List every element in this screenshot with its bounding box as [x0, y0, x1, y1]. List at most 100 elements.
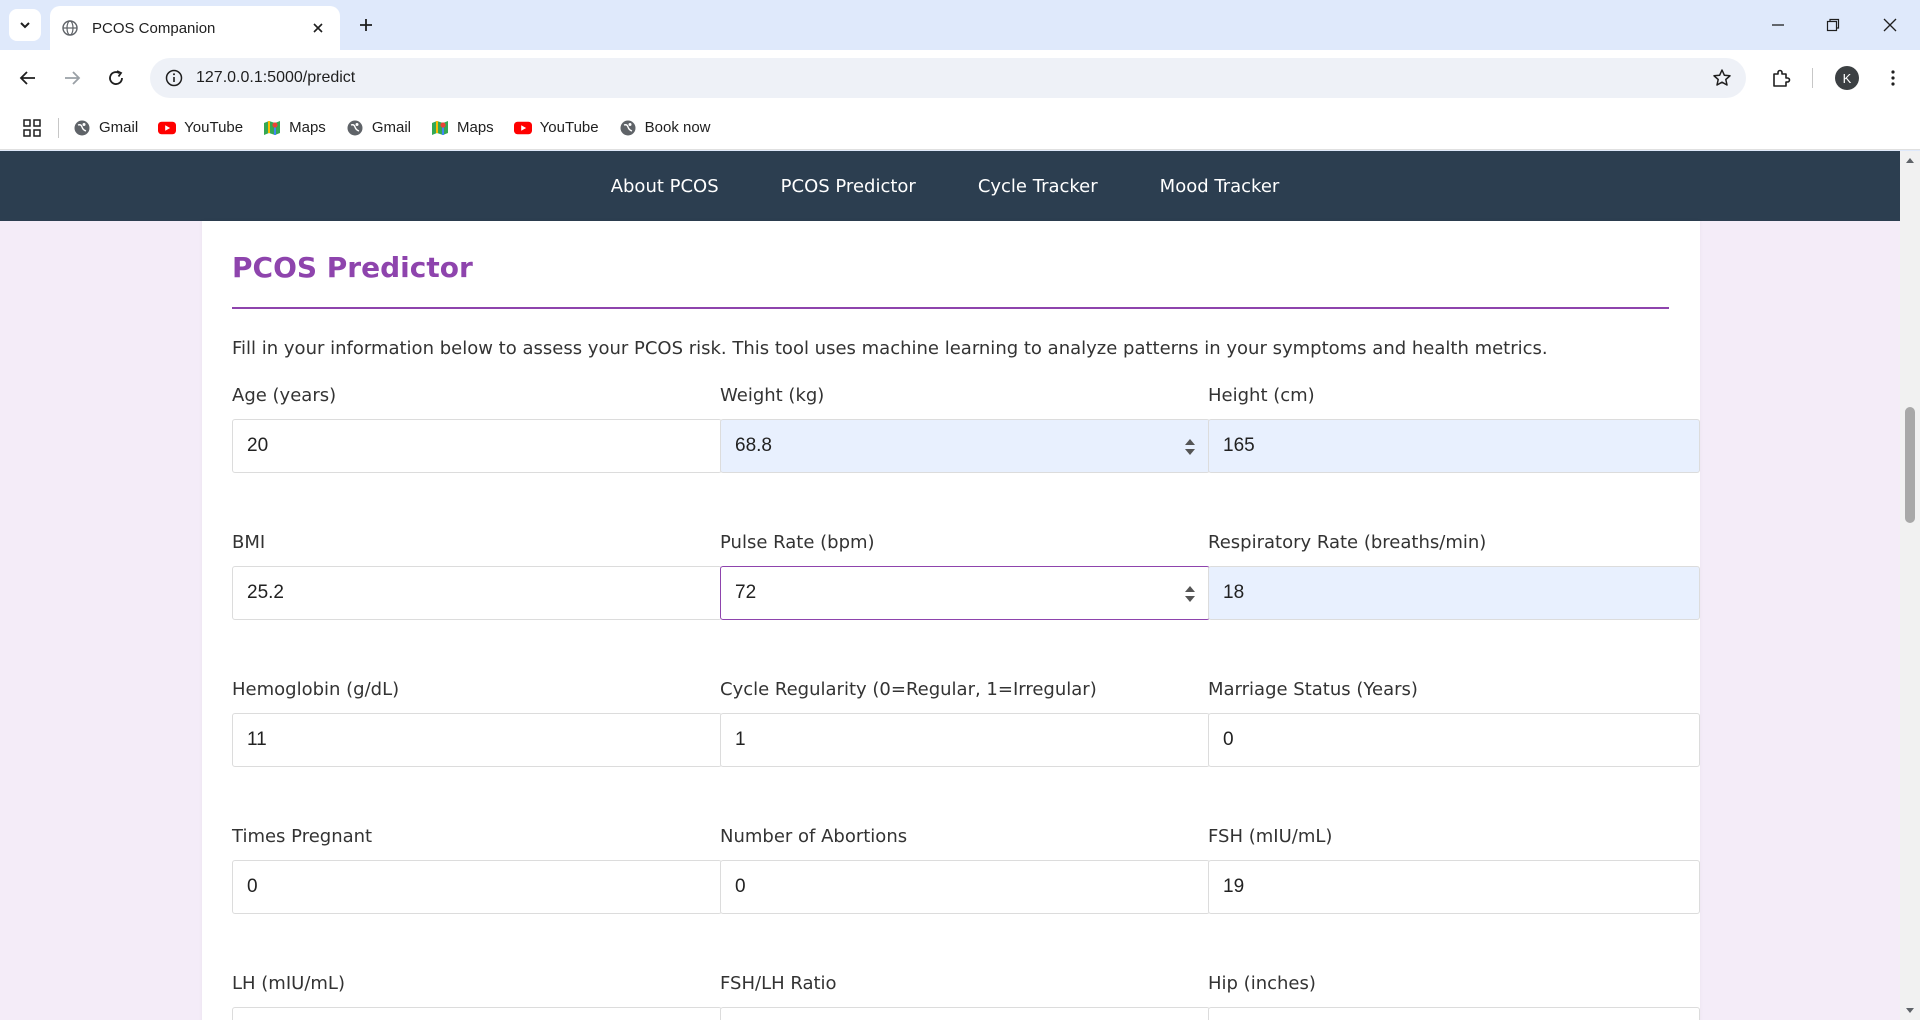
- cycle-regularity-input[interactable]: 1: [720, 713, 1210, 767]
- info-icon[interactable]: [164, 68, 184, 88]
- respiratory-rate-input[interactable]: 18: [1208, 566, 1700, 620]
- height-input[interactable]: 165: [1208, 419, 1700, 473]
- height-label: Height (cm): [1208, 385, 1315, 406]
- tab-search-button[interactable]: [9, 9, 41, 41]
- bmi-input[interactable]: 25.2: [232, 566, 722, 620]
- marriage-status-value: 0: [1223, 729, 1234, 750]
- respiratory-rate-value: 18: [1223, 582, 1245, 603]
- bookmark-list: Gmail YouTube Maps Gmail Maps YouTube Book now: [73, 119, 731, 137]
- forward-button[interactable]: [56, 62, 88, 94]
- arrow-left-icon: [19, 71, 35, 85]
- age-input[interactable]: 20: [232, 419, 722, 473]
- title-divider: [232, 307, 1669, 309]
- address-bar[interactable]: 127.0.0.1:5000/predict: [150, 58, 1746, 98]
- lh-label: LH (mIU/mL): [232, 973, 345, 994]
- close-window-button[interactable]: [1868, 10, 1912, 40]
- page-scrollbar[interactable]: [1900, 151, 1920, 1020]
- bookmark-book-now[interactable]: Book now: [619, 119, 711, 137]
- respiratory-rate-label: Respiratory Rate (breaths/min): [1208, 532, 1487, 553]
- lh-input[interactable]: [232, 1007, 722, 1020]
- page-viewport: About PCOS PCOS Predictor Cycle Tracker …: [0, 151, 1920, 1020]
- fsh-lh-ratio-input[interactable]: [720, 1007, 1210, 1020]
- bookmark-gmail[interactable]: Gmail: [73, 119, 138, 137]
- predictor-card: PCOS Predictor Fill in your information …: [202, 221, 1700, 1020]
- bookmark-gmail[interactable]: Gmail: [346, 119, 411, 137]
- tab-title: PCOS Companion: [92, 19, 216, 37]
- arrow-right-icon: [65, 71, 81, 85]
- hemoglobin-input[interactable]: 11: [232, 713, 722, 767]
- bookmark-label: YouTube: [539, 119, 599, 136]
- spinner-icon[interactable]: [1183, 582, 1197, 606]
- intro-text: Fill in your information below to assess…: [232, 338, 1548, 359]
- chevron-down-icon: [20, 22, 30, 29]
- restore-icon: [1826, 18, 1840, 32]
- weight-input[interactable]: 68.8: [720, 419, 1210, 473]
- puzzle-icon: [1773, 69, 1791, 87]
- cycle-regularity-value: 1: [735, 729, 746, 750]
- fsh-value: 19: [1223, 876, 1245, 897]
- avatar: K: [1835, 66, 1859, 90]
- bookmarks-divider: [58, 117, 59, 138]
- globe-icon: [73, 119, 91, 137]
- bookmark-label: Book now: [644, 119, 711, 136]
- hemoglobin-value: 11: [247, 729, 267, 750]
- nav-mood-tracker[interactable]: Mood Tracker: [1160, 176, 1280, 197]
- height-value: 165: [1223, 435, 1255, 456]
- star-icon[interactable]: [1712, 68, 1732, 88]
- back-button[interactable]: [12, 62, 44, 94]
- bookmark-maps[interactable]: Maps: [263, 119, 326, 137]
- age-value: 20: [247, 435, 269, 456]
- scroll-down-icon[interactable]: [1905, 1006, 1915, 1016]
- number-of-abortions-value: 0: [735, 876, 746, 897]
- marriage-status-input[interactable]: 0: [1208, 713, 1700, 767]
- hemoglobin-label: Hemoglobin (g/dL): [232, 679, 400, 700]
- browser-toolbar: 127.0.0.1:5000/predict K: [0, 50, 1920, 106]
- extensions-button[interactable]: [1765, 62, 1797, 94]
- spinner-icon[interactable]: [1183, 435, 1197, 459]
- browser-menu-button[interactable]: [1877, 62, 1909, 94]
- reload-icon: [109, 70, 123, 85]
- profile-button[interactable]: K: [1831, 62, 1863, 94]
- bookmark-youtube[interactable]: YouTube: [513, 119, 599, 137]
- fsh-lh-ratio-label: FSH/LH Ratio: [720, 973, 837, 994]
- cycle-regularity-label: Cycle Regularity (0=Regular, 1=Irregular…: [720, 679, 1097, 700]
- scroll-up-icon[interactable]: [1905, 155, 1915, 165]
- close-icon[interactable]: [308, 18, 328, 38]
- reload-button[interactable]: [100, 62, 132, 94]
- number-of-abortions-label: Number of Abortions: [720, 826, 908, 847]
- site-navigation: About PCOS PCOS Predictor Cycle Tracker …: [0, 151, 1900, 221]
- bmi-value: 25.2: [247, 582, 284, 603]
- page-title: PCOS Predictor: [232, 251, 473, 284]
- number-of-abortions-input[interactable]: 0: [720, 860, 1210, 914]
- times-pregnant-input[interactable]: 0: [232, 860, 722, 914]
- times-pregnant-label: Times Pregnant: [232, 826, 373, 847]
- pulse-rate-value: 72: [735, 582, 757, 603]
- browser-tab[interactable]: PCOS Companion: [50, 6, 340, 50]
- bookmark-maps[interactable]: Maps: [431, 119, 494, 137]
- scrollbar-thumb[interactable]: [1905, 407, 1915, 523]
- globe-icon: [346, 119, 364, 137]
- url-text[interactable]: 127.0.0.1:5000/predict: [196, 69, 355, 87]
- hip-input[interactable]: [1208, 1007, 1700, 1020]
- minimize-button[interactable]: [1756, 10, 1800, 40]
- plus-icon: [360, 19, 372, 31]
- nav-cycle-tracker[interactable]: Cycle Tracker: [978, 176, 1098, 197]
- minimize-icon: [1772, 24, 1784, 26]
- close-icon: [1883, 18, 1897, 32]
- nav-about-pcos[interactable]: About PCOS: [611, 176, 719, 197]
- hip-label: Hip (inches): [1208, 973, 1316, 994]
- pulse-rate-label: Pulse Rate (bpm): [720, 532, 875, 553]
- bookmark-youtube[interactable]: YouTube: [158, 119, 243, 137]
- pulse-rate-input[interactable]: 72: [720, 566, 1210, 620]
- apps-grid-icon[interactable]: [20, 116, 44, 140]
- restore-button[interactable]: [1811, 10, 1855, 40]
- fsh-input[interactable]: 19: [1208, 860, 1700, 914]
- more-vert-icon: [1891, 70, 1895, 86]
- new-tab-button[interactable]: [352, 11, 380, 39]
- bookmark-label: Maps: [456, 119, 494, 136]
- bookmark-label: Gmail: [371, 119, 411, 136]
- maps-icon: [431, 119, 449, 137]
- nav-pcos-predictor[interactable]: PCOS Predictor: [781, 176, 916, 197]
- bookmark-label: YouTube: [184, 119, 244, 136]
- bookmark-label: Maps: [289, 119, 326, 136]
